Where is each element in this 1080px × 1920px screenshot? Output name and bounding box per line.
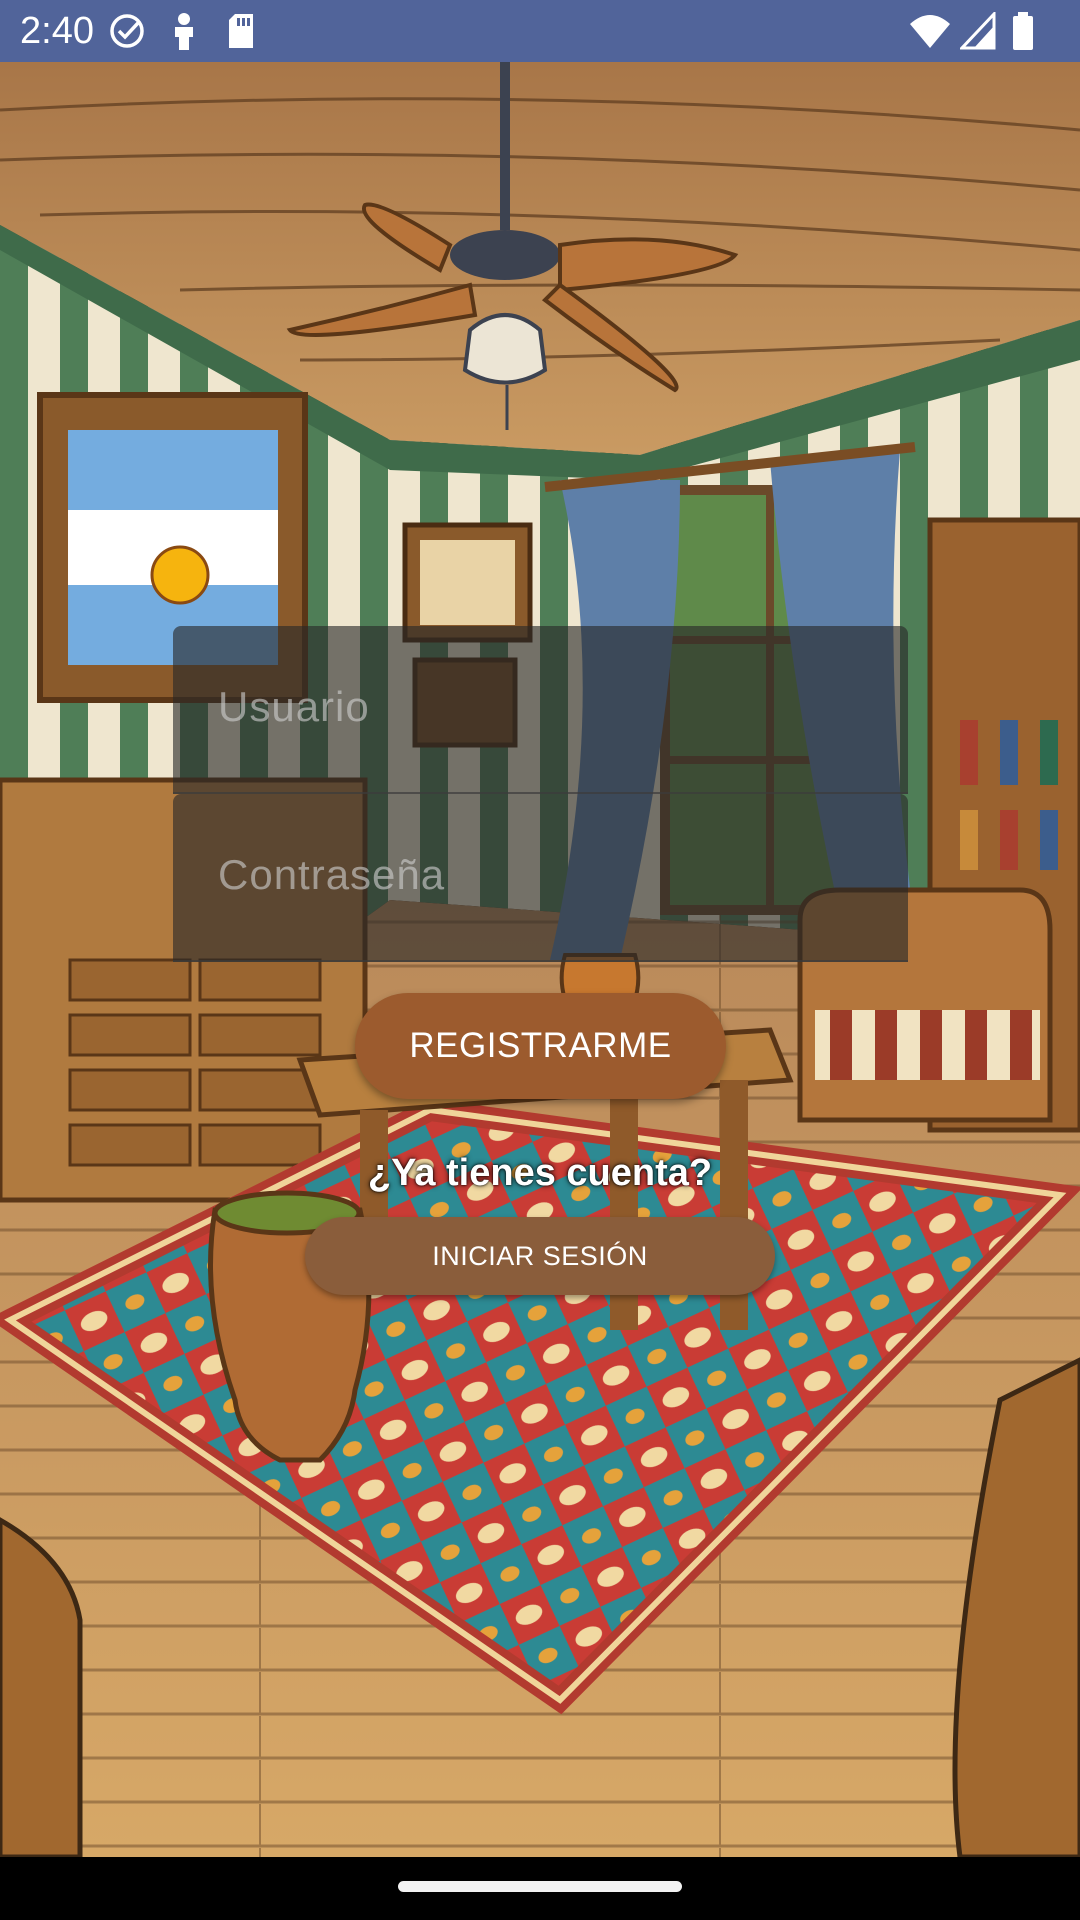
status-system-icons [908,12,1058,50]
password-field[interactable] [173,794,908,962]
register-button[interactable]: REGISTRARME [355,993,726,1099]
sd-card-icon [229,14,253,48]
home-gesture-handle[interactable] [398,1881,682,1892]
status-bar: 2:40 [0,0,1080,62]
username-input[interactable] [216,666,860,748]
account-question-label: ¿Ya tienes cuenta? [367,1152,713,1194]
username-field[interactable] [173,626,908,794]
status-time: 2:40 [20,10,94,52]
wifi-icon [910,15,950,48]
navigation-bar [0,1857,1080,1920]
person-icon [175,13,193,50]
check-circle-icon [110,14,144,48]
login-button[interactable]: INICIAR SESIÓN [305,1217,775,1295]
password-input[interactable] [216,834,860,916]
battery-icon [1013,12,1033,50]
register-screen: 2:40 Usuario REGISTRARME ¿Ya tienes cuen… [0,0,1080,1920]
signal-icon [960,12,996,50]
